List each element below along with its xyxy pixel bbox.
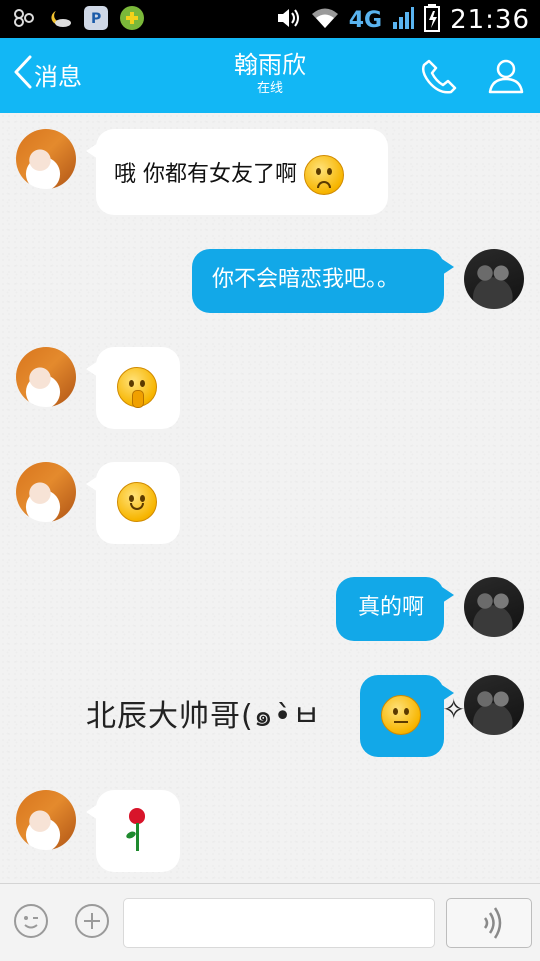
message-bubble-incoming[interactable] <box>86 790 180 872</box>
contact-avatar[interactable] <box>16 347 76 407</box>
call-button[interactable] <box>420 56 460 96</box>
profile-button[interactable] <box>486 56 526 96</box>
weather-icon <box>48 6 72 30</box>
chat-header: 消息 翰雨欣 在线 <box>0 38 540 113</box>
svg-text:P: P <box>91 11 101 27</box>
emoji-button[interactable] <box>14 904 48 938</box>
game-icon <box>120 6 144 30</box>
message-bubble-outgoing[interactable]: 真的啊 <box>336 577 454 641</box>
message-bubble-incoming[interactable] <box>86 347 180 429</box>
contact-avatar[interactable] <box>16 129 76 189</box>
battery-icon <box>424 4 441 36</box>
message-input[interactable] <box>123 898 435 948</box>
message-text: 哦 你都有女友了啊 <box>114 162 297 187</box>
shush-face-icon <box>117 367 157 408</box>
message-text: 真的啊 <box>358 595 425 620</box>
app-icon <box>12 6 36 30</box>
status-bar: P 4G 21:36 <box>0 0 540 38</box>
sad-face-icon <box>304 155 344 195</box>
message-text: 你不会暗恋我吧。。 <box>212 267 400 292</box>
nickname-text: 北辰大帅哥(๑•̀ㅂ <box>86 699 322 734</box>
back-button[interactable]: 消息 <box>12 52 82 96</box>
voice-button[interactable] <box>446 898 532 948</box>
system-indicators: 4G 21:36 <box>275 4 530 36</box>
wifi-icon <box>311 6 339 34</box>
message-bubble-incoming[interactable] <box>86 462 180 544</box>
my-avatar[interactable] <box>464 675 524 735</box>
stunned-face-icon <box>381 695 421 735</box>
smile-face-icon <box>117 482 157 522</box>
paypal-icon: P <box>84 6 108 30</box>
more-button[interactable] <box>75 904 109 938</box>
message-bubble-outgoing[interactable] <box>360 675 454 757</box>
contact-avatar[interactable] <box>16 790 76 850</box>
signal-icon <box>392 6 415 34</box>
input-bar <box>0 883 540 961</box>
my-avatar[interactable] <box>464 577 524 637</box>
back-label: 消息 <box>34 62 82 91</box>
message-list[interactable]: 哦 你都有女友了啊 你不会暗恋我吧。。 真的啊 北辰大帅哥(๑•̀ㅂ ✧ <box>0 113 540 883</box>
rose-icon <box>122 808 152 852</box>
chevron-left-icon <box>12 54 34 94</box>
message-bubble-incoming[interactable]: 哦 你都有女友了啊 <box>86 129 388 215</box>
person-icon <box>486 59 526 100</box>
volume-icon <box>275 5 301 35</box>
phone-icon <box>420 59 460 100</box>
notification-icons: P <box>12 6 144 30</box>
my-avatar[interactable] <box>464 249 524 309</box>
message-bubble-outgoing[interactable]: 你不会暗恋我吧。。 <box>192 249 454 313</box>
clock: 21:36 <box>450 5 530 35</box>
contact-avatar[interactable] <box>16 462 76 522</box>
network-type: 4G <box>348 7 383 33</box>
